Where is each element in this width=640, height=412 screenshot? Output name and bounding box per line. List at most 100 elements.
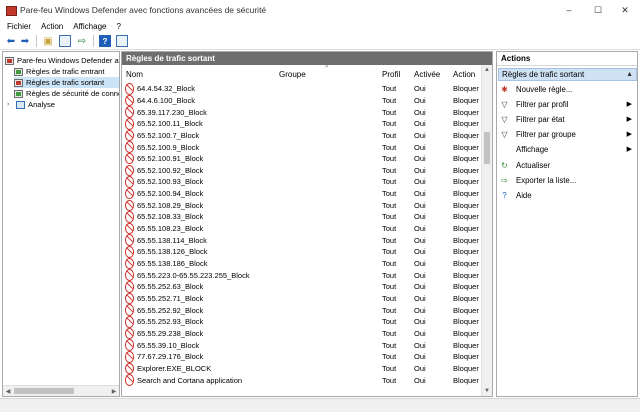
tree-item-outbound-rules[interactable]: Règles de trafic sortant <box>14 77 119 88</box>
table-row[interactable]: 65.52.100.7_Block Tout Oui Bloquer <box>122 129 482 142</box>
expand-chevron-icon[interactable]: › <box>7 101 14 108</box>
table-row[interactable]: Search and Cortana application Tout Oui Blo… <box>122 374 482 386</box>
table-row[interactable]: 65.55.223.0-65.55.223.255_Block Tout Oui Bl… <box>122 269 482 281</box>
table-row[interactable]: 65.55.252.71_Block Tout Oui Bloquer <box>122 292 482 305</box>
menu-fichier[interactable]: Fichier <box>7 22 31 31</box>
action-item[interactable]: ▽ Filtrer par profil ▶ <box>499 98 636 110</box>
rules-vertical-scrollbar[interactable]: ▲ ▼ <box>481 65 492 396</box>
rule-profil: Tout <box>382 189 397 199</box>
actions-section-outbound-rules[interactable]: Règles de trafic sortant ▲ <box>498 68 637 81</box>
table-row[interactable]: 65.52.100.93_Block Tout Oui Bloquer <box>122 176 482 188</box>
rule-name: 77.67.29.176_Block <box>137 352 204 362</box>
rule-name: 64.4.54.32_Block <box>137 84 195 94</box>
scrollbar-thumb[interactable] <box>14 388 74 394</box>
menu-action[interactable]: Action <box>41 22 63 31</box>
block-rule-icon <box>125 350 134 363</box>
table-row[interactable]: 65.55.252.93_Block Tout Oui Bloquer <box>122 316 482 328</box>
rule-name: 65.52.100.92_Block <box>137 165 204 175</box>
menu-help[interactable]: ? <box>116 22 120 31</box>
back-arrow-icon[interactable]: ⬅ <box>5 35 17 47</box>
block-rule-icon <box>125 117 134 130</box>
maximize-button[interactable]: ☐ <box>583 0 613 20</box>
table-row[interactable]: 65.52.100.91_Block Tout Oui Bloquer <box>122 152 482 165</box>
menu-bar: Fichier Action Affichage ? <box>0 20 640 33</box>
action-item[interactable]: ? Aide <box>499 189 636 201</box>
rule-action: Bloquer <box>453 189 479 199</box>
table-row[interactable]: 65.52.108.29_Block Tout Oui Bloquer <box>122 199 482 212</box>
block-rule-icon <box>125 269 134 281</box>
block-rule-icon <box>125 152 134 165</box>
action-item[interactable]: ▽ Filtrer par état ▶ <box>499 113 636 125</box>
collapse-caret-icon[interactable]: ▲ <box>626 71 633 78</box>
column-header-action[interactable]: Action <box>453 68 475 80</box>
tree-item-analyse[interactable]: › Analyse <box>7 99 55 110</box>
folder-up-icon[interactable]: ▣ <box>42 35 54 47</box>
rule-profil: Tout <box>382 165 397 175</box>
column-header-activee[interactable]: Activée <box>414 68 440 80</box>
rule-activee: Oui <box>414 107 426 117</box>
tree-item-connection-security[interactable]: Règles de sécurité de connex <box>14 88 119 99</box>
table-row[interactable]: 65.52.100.11_Block Tout Oui Bloquer <box>122 117 482 130</box>
forward-arrow-icon[interactable]: ➡ <box>19 35 31 47</box>
table-row[interactable]: 65.55.138.114_Block Tout Oui Bloquer <box>122 234 482 247</box>
rule-activee: Oui <box>414 340 426 350</box>
panel-icon[interactable] <box>116 35 128 47</box>
column-header-profil[interactable]: Profil <box>382 68 400 80</box>
table-row[interactable]: 64.4.6.100_Block Tout Oui Bloquer <box>122 94 482 107</box>
action-label: Actualiser <box>516 160 551 170</box>
rule-name: 65.55.252.92_Block <box>137 305 204 315</box>
actions-section-label: Règles de trafic sortant <box>502 70 585 79</box>
minimize-button[interactable]: – <box>554 0 584 20</box>
help-icon: ? <box>502 190 507 200</box>
rule-profil: Tout <box>382 317 397 327</box>
scroll-right-icon[interactable]: ▶ <box>109 386 119 396</box>
properties-icon[interactable] <box>59 35 71 47</box>
rule-activee: Oui <box>414 154 426 164</box>
table-row[interactable]: 65.52.108.33_Block Tout Oui Bloquer <box>122 211 482 223</box>
close-button[interactable]: ✕ <box>610 0 640 20</box>
tree-horizontal-scrollbar[interactable]: ◀ ▶ <box>3 385 119 396</box>
table-row[interactable]: 77.67.29.176_Block Tout Oui Bloquer <box>122 350 482 363</box>
table-row[interactable]: 64.4.54.32_Block Tout Oui Bloquer <box>122 83 482 95</box>
export-icon[interactable]: ⇨ <box>76 35 88 47</box>
column-header-groupe[interactable]: Groupe <box>279 68 306 80</box>
table-row[interactable]: 65.55.252.92_Block Tout Oui Bloquer <box>122 304 482 316</box>
column-header-nom[interactable]: Nom <box>126 68 143 80</box>
table-row[interactable]: 65.52.100.94_Block Tout Oui Bloquer <box>122 187 482 200</box>
table-row[interactable]: 65.55.138.126_Block Tout Oui Bloquer <box>122 246 482 258</box>
tree-item-inbound-rules[interactable]: Règles de trafic entrant <box>14 66 105 77</box>
scrollbar-thumb[interactable] <box>484 132 490 164</box>
rule-name: 65.39.117.230_Block <box>137 107 207 117</box>
scroll-left-icon[interactable]: ◀ <box>3 386 13 396</box>
table-row[interactable]: Explorer.EXE_BLOCK Tout Oui Bloquer <box>122 362 482 375</box>
scroll-up-icon[interactable]: ▲ <box>482 65 492 75</box>
rule-profil: Tout <box>382 142 397 152</box>
table-row[interactable]: 65.55.29.238_Block Tout Oui Bloquer <box>122 327 482 340</box>
submenu-arrow-icon: ▶ <box>626 116 632 123</box>
table-row[interactable]: 65.55.108.23_Block Tout Oui Bloquer <box>122 222 482 235</box>
rule-activee: Oui <box>414 119 426 129</box>
menu-affichage[interactable]: Affichage <box>73 22 106 31</box>
action-item[interactable]: ✱ Nouvelle règle... <box>499 83 636 95</box>
table-row[interactable]: 65.55.138.186_Block Tout Oui Bloquer <box>122 257 482 270</box>
action-item[interactable]: ↻ Actualiser <box>499 159 636 171</box>
rule-profil: Tout <box>382 95 397 105</box>
firewall-icon <box>5 56 14 65</box>
table-row[interactable]: 65.52.100.9_Block Tout Oui Bloquer <box>122 141 482 153</box>
table-row[interactable]: 65.52.100.92_Block Tout Oui Bloquer <box>122 164 482 177</box>
action-item[interactable]: Affichage ▶ <box>499 143 636 155</box>
tree-root[interactable]: Pare-feu Windows Defender avec <box>5 55 119 66</box>
rule-action: Bloquer <box>453 352 479 362</box>
rule-action: Bloquer <box>453 165 479 175</box>
help-icon[interactable]: ? <box>99 35 111 47</box>
action-item[interactable]: ⇨ Exporter la liste... <box>499 174 636 186</box>
rule-profil: Tout <box>382 375 397 385</box>
table-row[interactable]: 65.55.252.63_Block Tout Oui Bloquer <box>122 281 482 293</box>
scroll-down-icon[interactable]: ▼ <box>482 386 492 396</box>
toolbar-separator <box>93 35 94 47</box>
block-rule-icon <box>125 141 134 153</box>
action-item[interactable]: ▽ Filtrer par groupe ▶ <box>499 128 636 140</box>
rule-name: 65.52.100.94_Block <box>137 189 204 199</box>
table-row[interactable]: 65.39.117.230_Block Tout Oui Bloquer <box>122 106 482 118</box>
table-row[interactable]: 65.55.39.10_Block Tout Oui Bloquer <box>122 339 482 351</box>
